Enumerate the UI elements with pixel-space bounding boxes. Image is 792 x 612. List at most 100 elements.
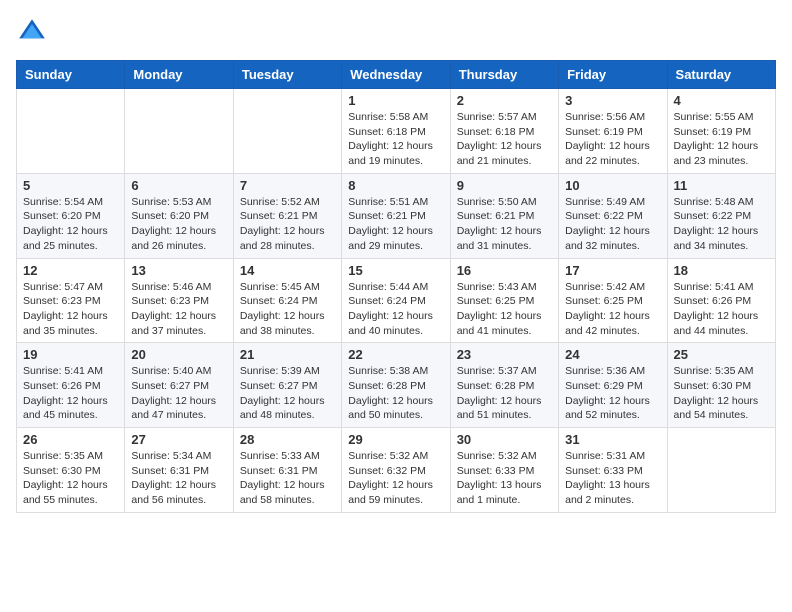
calendar-cell: 30 Sunrise: 5:32 AMSunset: 6:33 PMDayligh… (450, 428, 558, 513)
day-info: Sunrise: 5:54 AMSunset: 6:20 PMDaylight:… (23, 195, 118, 254)
calendar-cell: 6 Sunrise: 5:53 AMSunset: 6:20 PMDaylight… (125, 173, 233, 258)
day-info: Sunrise: 5:50 AMSunset: 6:21 PMDaylight:… (457, 195, 552, 254)
logo (16, 16, 52, 48)
day-number: 17 (565, 263, 660, 278)
calendar-cell: 21Sunrise: 5:39 AMSunset: 6:27 PMDayligh… (233, 343, 341, 428)
day-info: Sunrise: 5:43 AMSunset: 6:25 PMDaylight:… (457, 280, 552, 339)
day-info: Sunrise: 5:32 AMSunset: 6:32 PMDaylight:… (348, 449, 443, 508)
weekday-header: Monday (125, 61, 233, 89)
day-info: Sunrise: 5:42 AMSunset: 6:25 PMDaylight:… (565, 280, 660, 339)
calendar-week-row: 1Sunrise: 5:58 AMSunset: 6:18 PMDaylight… (17, 89, 776, 174)
calendar-cell: 18Sunrise: 5:41 AMSunset: 6:26 PMDayligh… (667, 258, 775, 343)
calendar-cell: 8Sunrise: 5:51 AMSunset: 6:21 PMDaylight… (342, 173, 450, 258)
day-number: 13 (131, 263, 226, 278)
calendar-cell: 15 Sunrise: 5:44 AMSunset: 6:24 PMDayligh… (342, 258, 450, 343)
day-number: 25 (674, 347, 769, 362)
calendar-cell: 20 Sunrise: 5:40 AMSunset: 6:27 PMDayligh… (125, 343, 233, 428)
calendar-cell: 2 Sunrise: 5:57 AMSunset: 6:18 PMDaylight… (450, 89, 558, 174)
calendar-cell: 17 Sunrise: 5:42 AMSunset: 6:25 PMDayligh… (559, 258, 667, 343)
day-info: Sunrise: 5:32 AMSunset: 6:33 PMDaylight:… (457, 449, 552, 508)
calendar-cell: 3 Sunrise: 5:56 AMSunset: 6:19 PMDaylight… (559, 89, 667, 174)
calendar-cell: 5 Sunrise: 5:54 AMSunset: 6:20 PMDaylight… (17, 173, 125, 258)
day-number: 24 (565, 347, 660, 362)
calendar-cell: 9 Sunrise: 5:50 AMSunset: 6:21 PMDaylight… (450, 173, 558, 258)
calendar-cell: 14Sunrise: 5:45 AMSunset: 6:24 PMDayligh… (233, 258, 341, 343)
weekday-header: Sunday (17, 61, 125, 89)
calendar-cell: 4 Sunrise: 5:55 AMSunset: 6:19 PMDaylight… (667, 89, 775, 174)
day-info: Sunrise: 5:44 AMSunset: 6:24 PMDaylight:… (348, 280, 443, 339)
day-number: 4 (674, 93, 769, 108)
day-info: Sunrise: 5:57 AMSunset: 6:18 PMDaylight:… (457, 110, 552, 169)
logo-icon (16, 16, 48, 48)
day-number: 5 (23, 178, 118, 193)
calendar-cell: 13 Sunrise: 5:46 AMSunset: 6:23 PMDayligh… (125, 258, 233, 343)
calendar-cell: 11 Sunrise: 5:48 AMSunset: 6:22 PMDayligh… (667, 173, 775, 258)
day-info: Sunrise: 5:40 AMSunset: 6:27 PMDaylight:… (131, 364, 226, 423)
day-number: 28 (240, 432, 335, 447)
calendar-cell: 7 Sunrise: 5:52 AMSunset: 6:21 PMDaylight… (233, 173, 341, 258)
day-number: 22 (348, 347, 443, 362)
day-info: Sunrise: 5:36 AMSunset: 6:29 PMDaylight:… (565, 364, 660, 423)
day-number: 30 (457, 432, 552, 447)
calendar-cell: 28Sunrise: 5:33 AMSunset: 6:31 PMDayligh… (233, 428, 341, 513)
day-number: 10 (565, 178, 660, 193)
weekday-header: Friday (559, 61, 667, 89)
day-info: Sunrise: 5:34 AMSunset: 6:31 PMDaylight:… (131, 449, 226, 508)
weekday-header: Wednesday (342, 61, 450, 89)
calendar-cell: 16Sunrise: 5:43 AMSunset: 6:25 PMDayligh… (450, 258, 558, 343)
day-info: Sunrise: 5:45 AMSunset: 6:24 PMDaylight:… (240, 280, 335, 339)
day-info: Sunrise: 5:37 AMSunset: 6:28 PMDaylight:… (457, 364, 552, 423)
day-info: Sunrise: 5:51 AMSunset: 6:21 PMDaylight:… (348, 195, 443, 254)
weekday-header: Saturday (667, 61, 775, 89)
day-number: 15 (348, 263, 443, 278)
calendar-week-row: 12Sunrise: 5:47 AMSunset: 6:23 PMDayligh… (17, 258, 776, 343)
weekday-header: Thursday (450, 61, 558, 89)
day-number: 9 (457, 178, 552, 193)
calendar-cell: 29 Sunrise: 5:32 AMSunset: 6:32 PMDayligh… (342, 428, 450, 513)
calendar-cell: 25 Sunrise: 5:35 AMSunset: 6:30 PMDayligh… (667, 343, 775, 428)
calendar-table: SundayMondayTuesdayWednesdayThursdayFrid… (16, 60, 776, 513)
day-info: Sunrise: 5:35 AMSunset: 6:30 PMDaylight:… (674, 364, 769, 423)
day-info: Sunrise: 5:35 AMSunset: 6:30 PMDaylight:… (23, 449, 118, 508)
day-number: 23 (457, 347, 552, 362)
calendar-week-row: 5 Sunrise: 5:54 AMSunset: 6:20 PMDaylight… (17, 173, 776, 258)
day-info: Sunrise: 5:46 AMSunset: 6:23 PMDaylight:… (131, 280, 226, 339)
day-info: Sunrise: 5:52 AMSunset: 6:21 PMDaylight:… (240, 195, 335, 254)
day-info: Sunrise: 5:38 AMSunset: 6:28 PMDaylight:… (348, 364, 443, 423)
day-info: Sunrise: 5:55 AMSunset: 6:19 PMDaylight:… (674, 110, 769, 169)
day-number: 29 (348, 432, 443, 447)
day-number: 31 (565, 432, 660, 447)
calendar-cell: 27 Sunrise: 5:34 AMSunset: 6:31 PMDayligh… (125, 428, 233, 513)
calendar-cell: 12Sunrise: 5:47 AMSunset: 6:23 PMDayligh… (17, 258, 125, 343)
day-number: 3 (565, 93, 660, 108)
calendar-cell: 26Sunrise: 5:35 AMSunset: 6:30 PMDayligh… (17, 428, 125, 513)
calendar-cell: 23 Sunrise: 5:37 AMSunset: 6:28 PMDayligh… (450, 343, 558, 428)
day-info: Sunrise: 5:58 AMSunset: 6:18 PMDaylight:… (348, 110, 443, 169)
day-info: Sunrise: 5:47 AMSunset: 6:23 PMDaylight:… (23, 280, 118, 339)
calendar-cell (667, 428, 775, 513)
day-number: 19 (23, 347, 118, 362)
day-number: 27 (131, 432, 226, 447)
day-number: 7 (240, 178, 335, 193)
calendar-cell: 22 Sunrise: 5:38 AMSunset: 6:28 PMDayligh… (342, 343, 450, 428)
day-number: 20 (131, 347, 226, 362)
calendar-cell (233, 89, 341, 174)
calendar-cell: 24 Sunrise: 5:36 AMSunset: 6:29 PMDayligh… (559, 343, 667, 428)
day-info: Sunrise: 5:53 AMSunset: 6:20 PMDaylight:… (131, 195, 226, 254)
day-info: Sunrise: 5:56 AMSunset: 6:19 PMDaylight:… (565, 110, 660, 169)
day-number: 21 (240, 347, 335, 362)
calendar-cell: 19Sunrise: 5:41 AMSunset: 6:26 PMDayligh… (17, 343, 125, 428)
calendar-week-row: 19Sunrise: 5:41 AMSunset: 6:26 PMDayligh… (17, 343, 776, 428)
page-header (16, 16, 776, 48)
calendar-cell: 1Sunrise: 5:58 AMSunset: 6:18 PMDaylight… (342, 89, 450, 174)
day-info: Sunrise: 5:48 AMSunset: 6:22 PMDaylight:… (674, 195, 769, 254)
day-info: Sunrise: 5:31 AMSunset: 6:33 PMDaylight:… (565, 449, 660, 508)
calendar-cell: 10 Sunrise: 5:49 AMSunset: 6:22 PMDayligh… (559, 173, 667, 258)
weekday-header: Tuesday (233, 61, 341, 89)
day-number: 2 (457, 93, 552, 108)
day-number: 6 (131, 178, 226, 193)
calendar-cell (125, 89, 233, 174)
day-info: Sunrise: 5:49 AMSunset: 6:22 PMDaylight:… (565, 195, 660, 254)
day-number: 18 (674, 263, 769, 278)
day-number: 11 (674, 178, 769, 193)
